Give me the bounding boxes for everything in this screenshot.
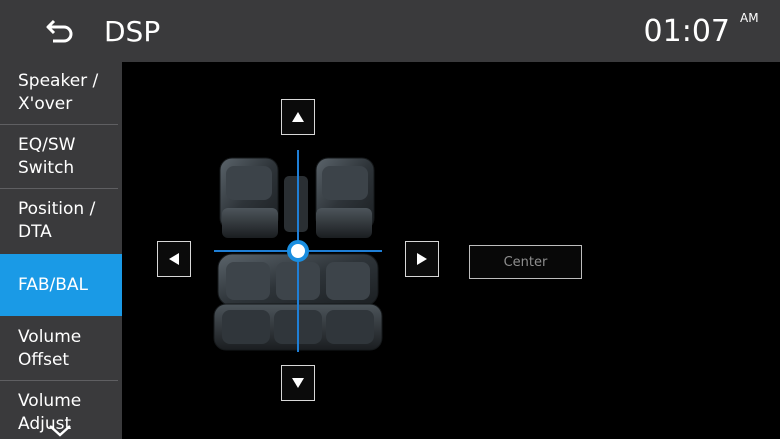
sidebar-divider — [0, 188, 118, 189]
back-button[interactable] — [42, 14, 78, 48]
sidebar-item-fab-bal[interactable]: FAB/BAL — [0, 254, 122, 316]
page-title: DSP — [104, 15, 161, 48]
triangle-down-icon — [292, 378, 304, 388]
sidebar-item-eq-sw-switch[interactable]: EQ/SW Switch — [0, 126, 122, 188]
triangle-left-icon — [169, 253, 179, 265]
header-bar: DSP 01:07 AM — [0, 0, 780, 62]
sidebar-item-label: Speaker / X'over — [18, 71, 99, 114]
sidebar-item-label: FAB/BAL — [18, 274, 89, 295]
balance-left-button[interactable] — [157, 241, 191, 277]
sidebar-item-label: EQ/SW Switch — [18, 135, 76, 178]
clock-ampm: AM — [740, 11, 759, 25]
chevron-down-icon[interactable] — [48, 424, 72, 438]
sidebar-item-position-dta[interactable]: Position / DTA — [0, 190, 122, 252]
sidebar-divider — [0, 380, 118, 381]
center-button[interactable]: Center — [469, 245, 582, 279]
clock-time: 01:07 — [643, 14, 730, 49]
sidebar-menu: Speaker / X'over EQ/SW Switch Position /… — [0, 62, 122, 439]
center-button-label: Center — [503, 254, 548, 270]
triangle-up-icon — [292, 112, 304, 122]
back-arrow-icon — [46, 19, 73, 43]
sidebar-divider — [0, 124, 118, 125]
position-marker[interactable] — [287, 240, 309, 262]
fader-up-button[interactable] — [281, 99, 315, 135]
sidebar-item-volume-offset[interactable]: Volume Offset — [0, 318, 122, 380]
sidebar-item-speaker-xover[interactable]: Speaker / X'over — [0, 62, 122, 124]
sidebar-item-label: Volume Offset — [18, 327, 82, 370]
sidebar-item-label: Position / DTA — [18, 199, 96, 242]
triangle-right-icon — [417, 253, 427, 265]
balance-right-button[interactable] — [405, 241, 439, 277]
fader-down-button[interactable] — [281, 365, 315, 401]
